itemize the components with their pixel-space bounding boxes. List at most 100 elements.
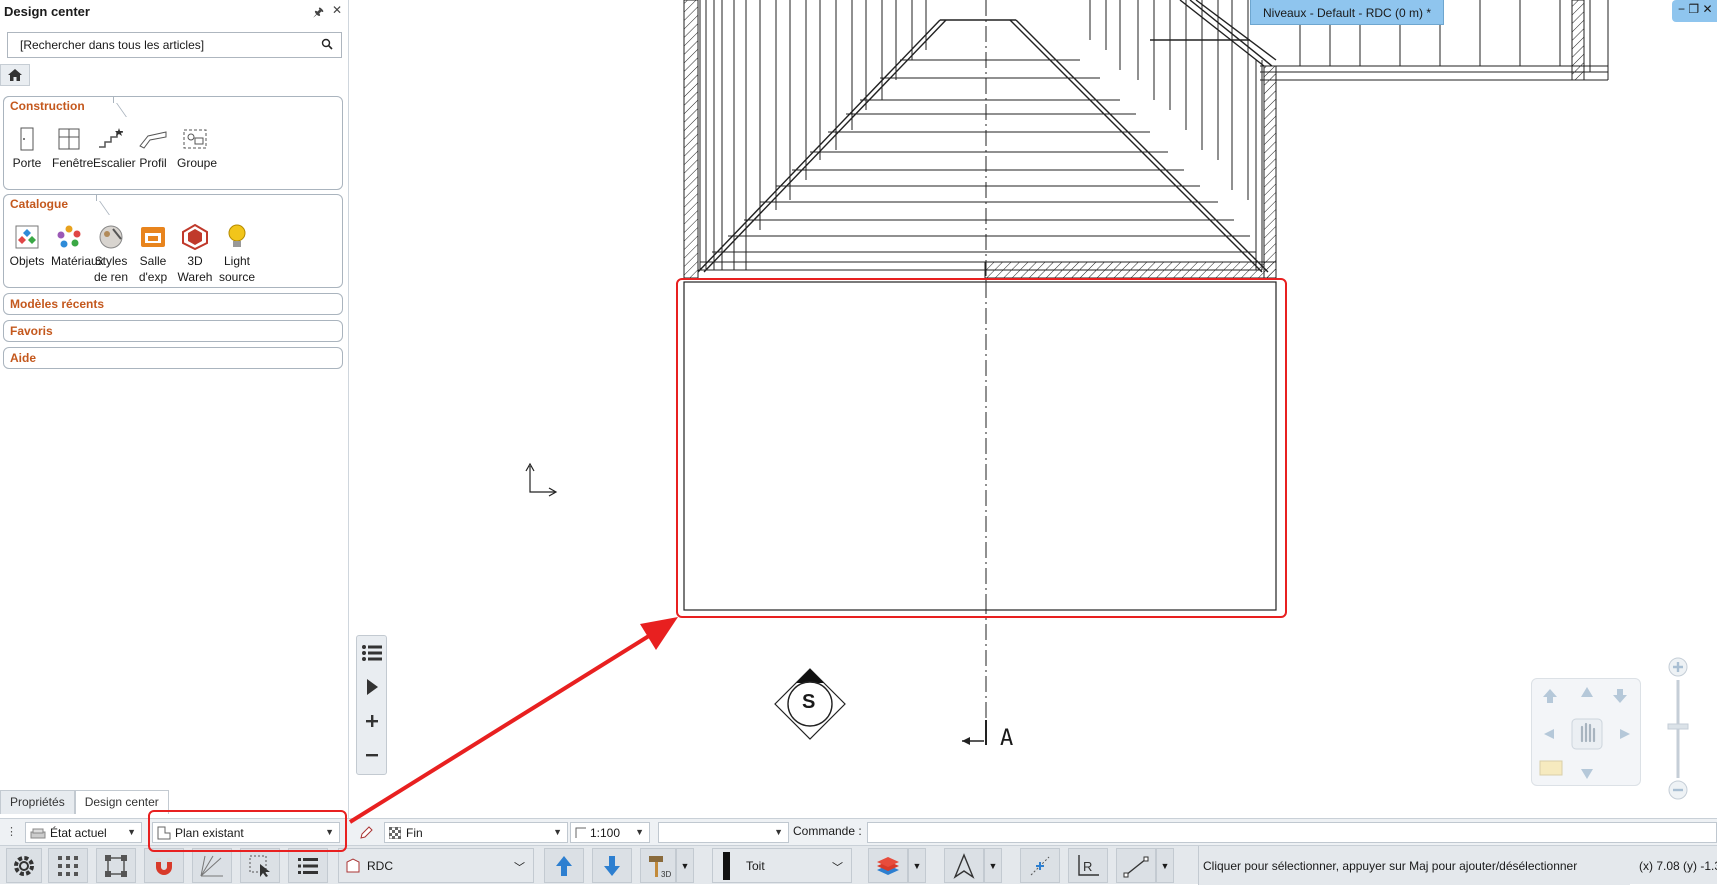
construction-item-stairs[interactable]: Escalier — [90, 123, 136, 171]
line-tool-dropdown[interactable]: ▼ — [1156, 848, 1174, 883]
state-icon — [30, 828, 46, 838]
item-label: Matériaux — [51, 254, 104, 268]
showroom-icon — [141, 227, 165, 247]
zoom-slider[interactable] — [1666, 650, 1690, 810]
north-button[interactable] — [944, 848, 984, 883]
value-select[interactable]: ▼ — [658, 822, 789, 843]
item-label: Styles de ren — [93, 254, 129, 284]
item-label: Profil — [139, 156, 167, 170]
catalogue-item-3d-warehouse[interactable]: 3D Wareh — [174, 221, 216, 285]
section-help[interactable]: Aide — [3, 347, 343, 369]
line-tool-button[interactable] — [1116, 848, 1156, 883]
restore-icon[interactable]: ❐ — [1688, 2, 1699, 16]
catalogue-group: Catalogue Objets Matériaux Styles de ren… — [3, 194, 343, 288]
catalogue-item-objects[interactable]: Objets — [6, 221, 48, 285]
command-input[interactable] — [867, 822, 1717, 843]
select-button[interactable] — [240, 848, 280, 883]
minimize-icon[interactable]: − — [1678, 2, 1685, 16]
angle-icon — [200, 855, 223, 876]
layer-select[interactable]: Toit ﹀ — [712, 848, 852, 883]
item-label: Porte — [12, 156, 42, 170]
polyline-icon — [1123, 856, 1149, 877]
light-bulb-icon — [228, 224, 246, 247]
catalogue-item-materials[interactable]: Matériaux — [48, 221, 104, 285]
catalogue-group-title[interactable]: Catalogue — [3, 194, 98, 212]
snap-icon — [105, 854, 127, 877]
close-icon[interactable]: ✕ — [332, 3, 342, 24]
section-recent-models[interactable]: Modèles récents — [3, 293, 343, 315]
search-input[interactable] — [20, 38, 310, 52]
angle-button[interactable] — [192, 848, 232, 883]
window-controls[interactable]: − ❐ ✕ — [1672, 0, 1717, 22]
home-breadcrumb[interactable] — [0, 64, 30, 86]
materials-icon — [57, 225, 81, 248]
north-dropdown[interactable]: ▼ — [984, 848, 1002, 883]
radius-icon: R — [1078, 854, 1099, 876]
settings-button[interactable] — [6, 848, 42, 883]
arrow-up-icon — [556, 855, 572, 876]
svg-text:3D: 3D — [661, 870, 671, 879]
coordinates-readout: (x) 7.08 (y) -1.3 — [1639, 859, 1717, 873]
construction-item-profile[interactable]: Profil — [132, 123, 174, 171]
build-3d-button[interactable]: 3D — [640, 848, 676, 883]
level-up-button[interactable] — [544, 848, 584, 883]
warehouse-icon — [182, 223, 208, 251]
plus-icon — [365, 715, 378, 727]
construction-group-title[interactable]: Construction — [3, 96, 114, 114]
section-favorites[interactable]: Favoris — [3, 320, 343, 342]
list-view-button[interactable] — [357, 636, 386, 670]
radius-button[interactable]: R — [1068, 848, 1108, 883]
build-dropdown[interactable]: ▼ — [676, 848, 694, 883]
chevron-down-icon: ﹀ — [832, 862, 843, 874]
cursor-icon — [249, 855, 270, 877]
construction-item-group[interactable]: Groupe — [174, 123, 217, 171]
item-label: Escalier — [93, 156, 136, 170]
close-window-icon[interactable]: ✕ — [1702, 2, 1712, 16]
level-down-button[interactable] — [592, 848, 632, 883]
render-styles-icon — [99, 225, 123, 249]
minus-icon — [365, 754, 378, 757]
zoom-out-button[interactable] — [357, 738, 386, 772]
pan-arrows-icon — [1539, 687, 1630, 779]
item-label: Fenêtre — [52, 156, 94, 170]
state-value: État actuel — [50, 825, 107, 840]
pen-tool-button[interactable] — [355, 822, 383, 843]
north-arrow-icon — [953, 852, 975, 879]
snap-point-button[interactable] — [1020, 848, 1060, 883]
magnet-button[interactable] — [144, 848, 184, 883]
objects-icon — [15, 225, 39, 249]
tab-properties[interactable]: Propriétés — [0, 790, 75, 814]
pan-navigation-pad[interactable] — [1531, 678, 1641, 786]
pen-icon — [360, 825, 373, 839]
construction-item-window[interactable]: Fenêtre — [48, 123, 94, 171]
home-icon — [8, 69, 22, 81]
pin-icon[interactable]: 🖈 — [313, 3, 324, 24]
level-tab[interactable]: Niveaux - Default - RDC (0 m) * — [1250, 0, 1445, 25]
play-button[interactable] — [357, 670, 386, 704]
dropdown-arrow-icon: ▼ — [635, 827, 644, 837]
state-select[interactable]: État actuel ▼ — [25, 822, 142, 843]
status-message: Cliquer pour sélectionner, appuyer sur M… — [1198, 846, 1630, 885]
zoom-in-button[interactable] — [357, 704, 386, 738]
item-label: 3D Wareh — [177, 254, 213, 284]
catalogue-item-light-source[interactable]: Light source — [216, 221, 258, 285]
list-icon — [361, 645, 382, 661]
layers-list-button[interactable] — [288, 848, 328, 883]
gear-icon — [14, 855, 34, 876]
dropdown-arrow-icon: ▼ — [774, 827, 783, 837]
grid-button[interactable] — [48, 848, 88, 883]
catalogue-item-showroom[interactable]: Salle d'exp — [132, 221, 174, 285]
level-select[interactable]: RDC ﹀ — [338, 848, 534, 883]
scale-select[interactable]: 1:100 ▼ — [570, 822, 650, 843]
search-box[interactable] — [7, 32, 342, 58]
line-style-select[interactable]: Fin ▼ — [384, 822, 568, 843]
section-label: A — [1000, 726, 1014, 751]
dropdown-arrow-icon: ▼ — [680, 860, 690, 871]
construction-item-door[interactable]: Porte — [6, 123, 48, 171]
layers-icon — [877, 856, 899, 875]
catalogue-item-render-styles[interactable]: Styles de ren — [90, 221, 132, 285]
snap-corners-button[interactable] — [96, 848, 136, 883]
search-icon[interactable] — [321, 38, 333, 53]
layers-dropdown[interactable]: ▼ — [908, 848, 926, 883]
layers-button[interactable] — [868, 848, 908, 883]
